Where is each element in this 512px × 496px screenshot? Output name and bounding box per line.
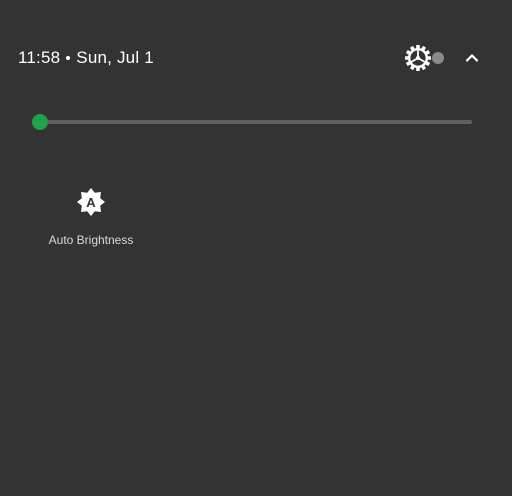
brightness-slider-thumb[interactable] — [32, 114, 48, 130]
chevron-up-icon — [465, 54, 479, 62]
auto-brightness-icon: A — [77, 188, 105, 216]
date-label: Sun, Jul 1 — [76, 48, 154, 67]
settings-indicator-dot — [432, 52, 444, 64]
quick-settings-panel: 11:58 Sun, Jul 1 A Auto Brightness — [0, 0, 512, 496]
auto-brightness-glyph: A — [86, 195, 96, 210]
status-header: 11:58 Sun, Jul 1 — [18, 44, 154, 72]
auto-brightness-label: Auto Brightness — [48, 233, 134, 247]
gear-icon — [405, 45, 431, 71]
auto-brightness-tile[interactable]: A Auto Brightness — [40, 186, 142, 250]
clock-time: 11:58 — [18, 48, 61, 67]
brightness-slider-track[interactable] — [40, 120, 472, 124]
brightness-slider[interactable] — [32, 110, 472, 134]
settings-button[interactable] — [403, 43, 433, 73]
collapse-button[interactable] — [460, 46, 484, 70]
separator-dot — [66, 56, 71, 60]
